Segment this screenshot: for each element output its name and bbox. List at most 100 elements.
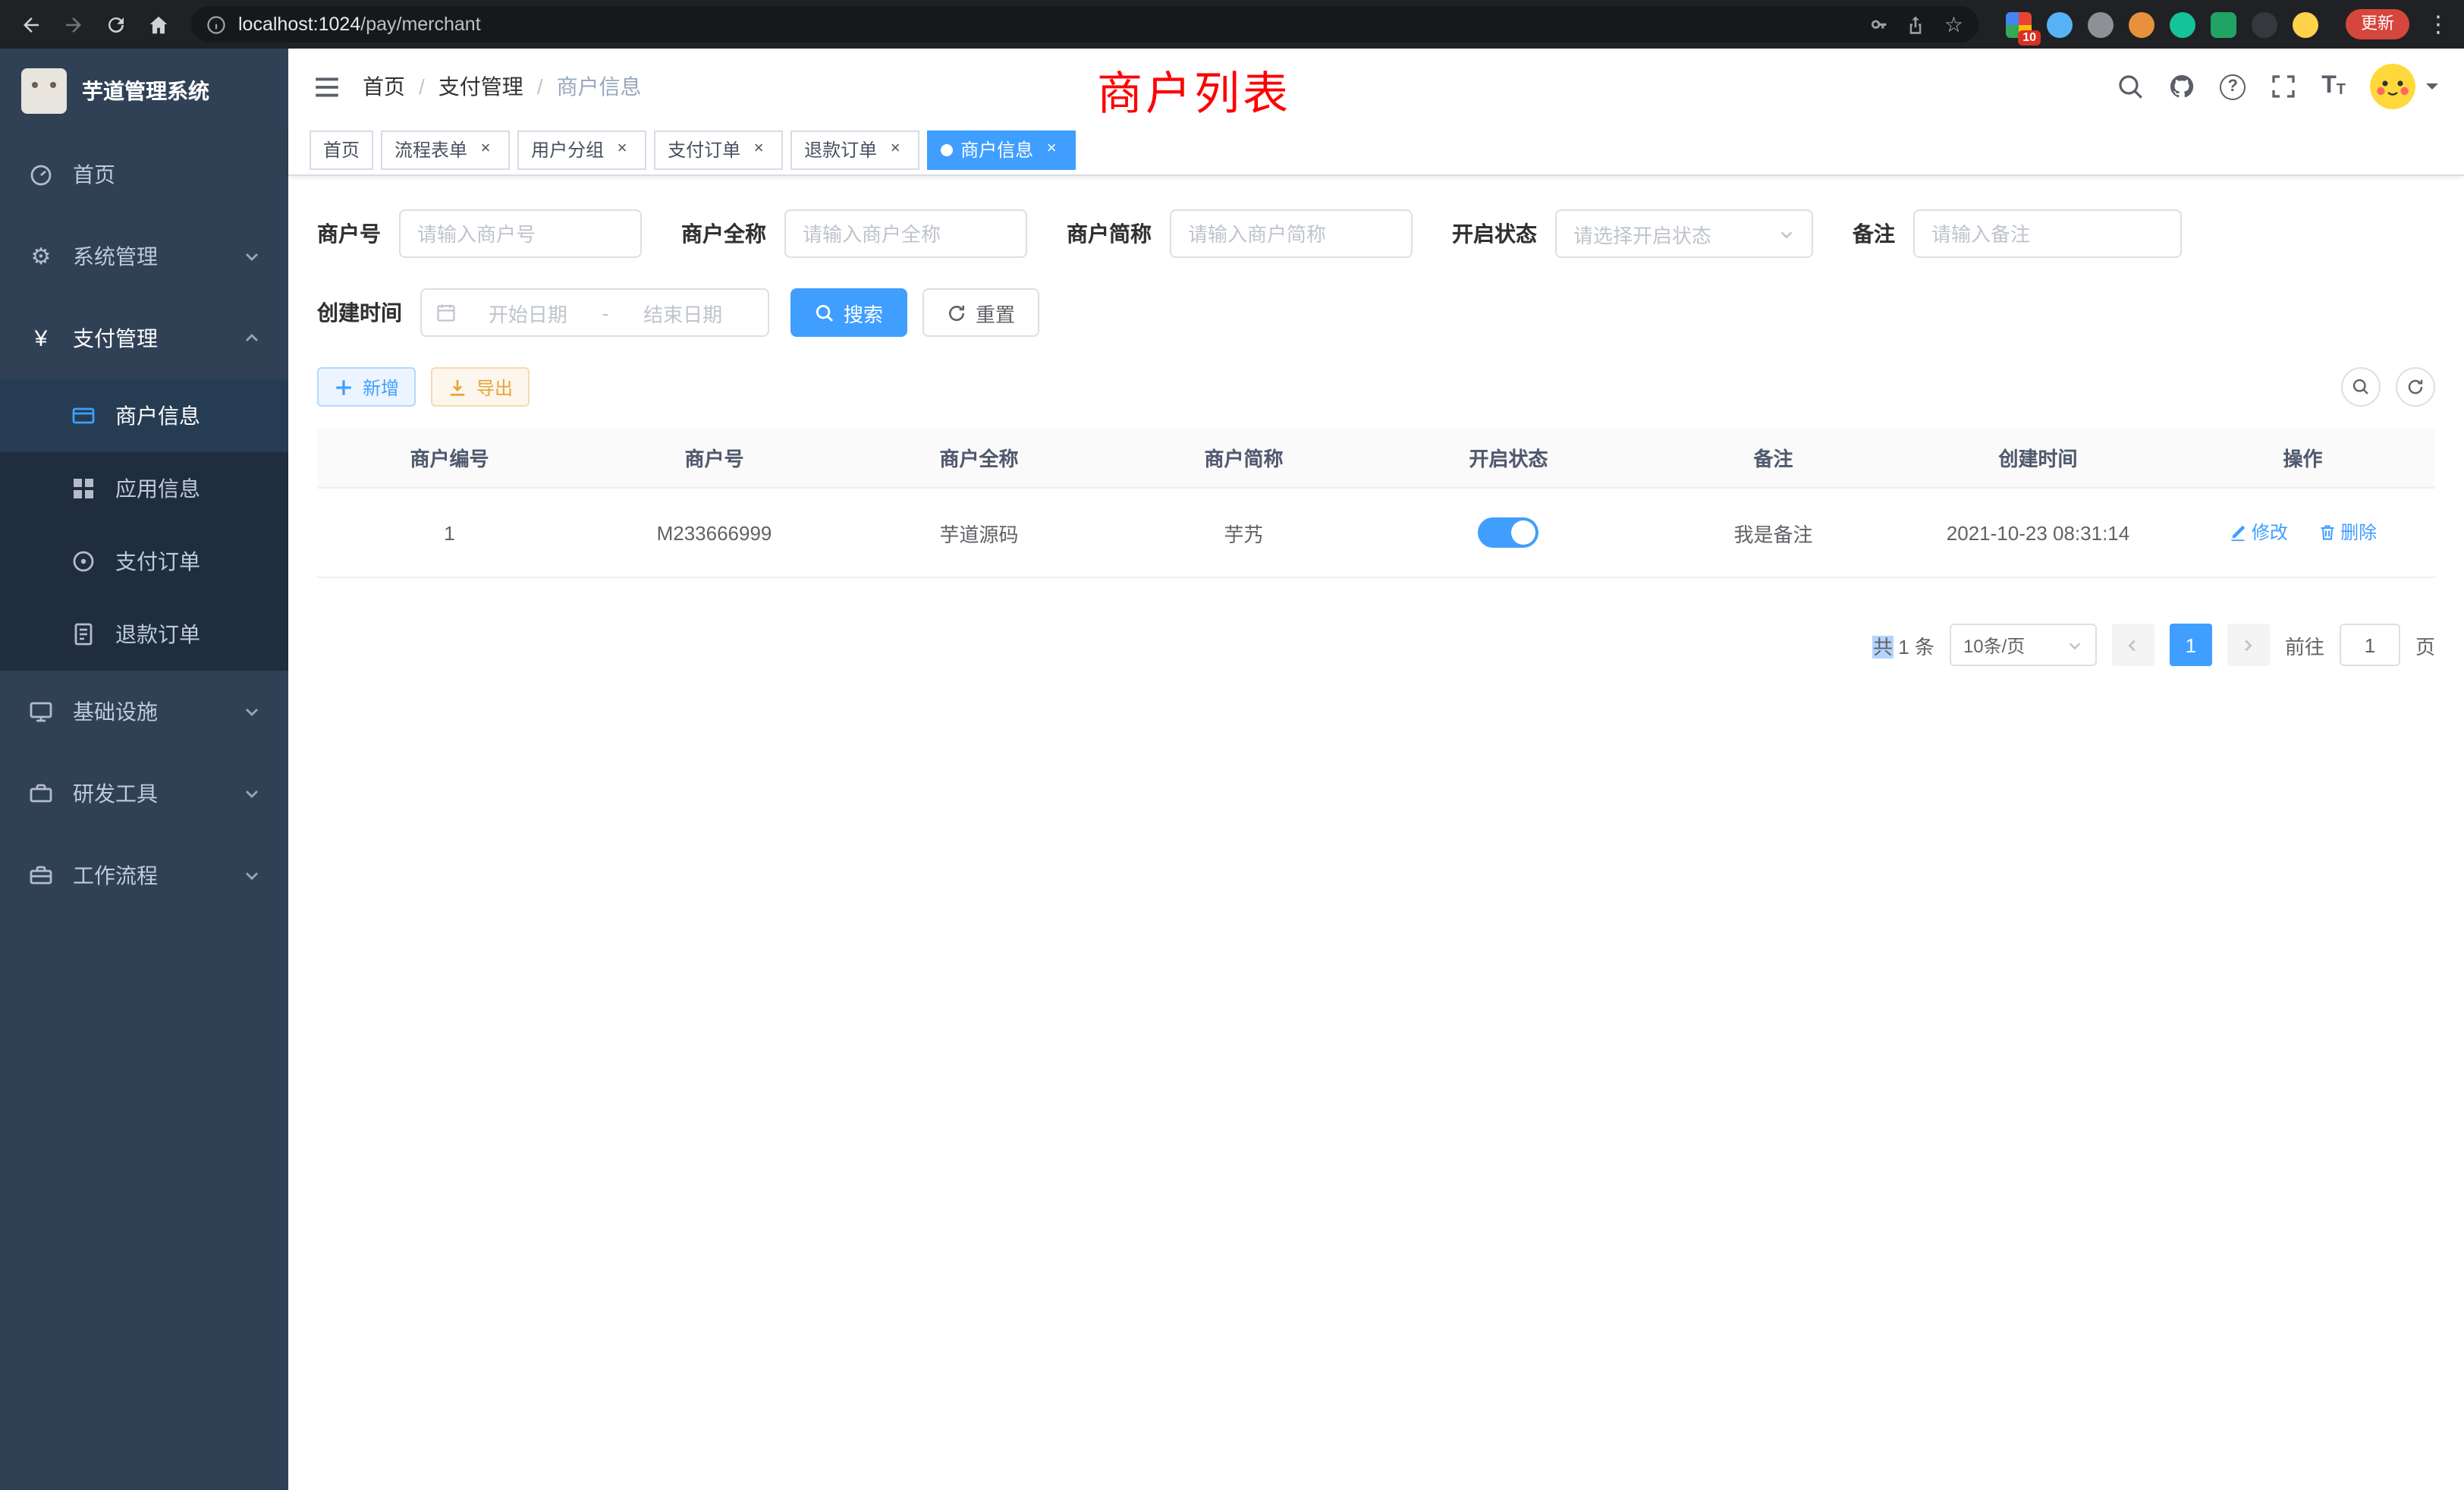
extension-icon[interactable] — [2293, 11, 2318, 37]
help-icon[interactable]: ? — [2220, 74, 2246, 99]
goto-input[interactable] — [2340, 624, 2400, 666]
extension-icon[interactable] — [2088, 11, 2114, 37]
url-bar[interactable]: localhost:1024/pay/merchant ☆ — [191, 6, 1978, 42]
extension-icon[interactable] — [2170, 11, 2195, 37]
share-icon[interactable] — [1906, 14, 1926, 34]
search-button-label: 搜索 — [844, 298, 883, 327]
page-content: 商户号 商户全称 商户简称 — [288, 176, 2464, 1490]
site-info-icon[interactable] — [206, 14, 226, 34]
delete-link[interactable]: 删除 — [2318, 520, 2377, 545]
extension-icon[interactable]: 10 — [2006, 11, 2032, 37]
remark-input-box — [1913, 209, 2182, 258]
search-toggle-button[interactable] — [2341, 367, 2381, 407]
sidebar-subitem-app-info[interactable]: 应用信息 — [0, 452, 288, 525]
toolbox-icon — [27, 781, 55, 806]
column-header-status: 开启状态 — [1376, 428, 1641, 488]
extension-icon[interactable] — [2129, 11, 2154, 37]
sidebar-subitem-pay-order[interactable]: 支付订单 — [0, 525, 288, 598]
password-key-icon[interactable] — [1868, 14, 1888, 34]
total-count: 共 1 条 — [1873, 630, 1934, 659]
hamburger-button[interactable] — [313, 72, 341, 101]
cell-status — [1376, 488, 1641, 577]
page-size-select[interactable]: 10条/页 — [1950, 624, 2097, 666]
back-button[interactable] — [12, 6, 49, 42]
reset-button[interactable]: 重置 — [922, 288, 1039, 337]
export-button[interactable]: 导出 — [431, 367, 530, 407]
add-button-label: 新增 — [363, 374, 399, 400]
sidebar-item-devtools[interactable]: 研发工具 — [0, 753, 288, 835]
sidebar-subitem-refund-order[interactable]: 退款订单 — [0, 598, 288, 671]
cell-full-name: 芋道源码 — [847, 488, 1111, 577]
breadcrumb-payment[interactable]: 支付管理 — [438, 71, 523, 102]
close-icon[interactable]: × — [1041, 139, 1062, 160]
browser-menu-icon[interactable]: ⋮ — [2425, 11, 2452, 38]
user-menu[interactable] — [2370, 64, 2440, 109]
breadcrumb-home[interactable]: 首页 — [363, 71, 405, 102]
reload-button[interactable] — [97, 6, 134, 42]
merchant-no-input[interactable] — [417, 222, 624, 245]
screenshot-stage: localhost:1024/pay/merchant ☆ 10 — [0, 0, 2464, 1490]
short-name-input-box — [1170, 209, 1413, 258]
sidebar-item-workflow[interactable]: 工作流程 — [0, 835, 288, 916]
short-name-input[interactable] — [1188, 222, 1394, 245]
page-1-button[interactable]: 1 — [2170, 624, 2212, 666]
sidebar-item-system[interactable]: ⚙ 系统管理 — [0, 215, 288, 297]
close-icon[interactable]: × — [611, 139, 633, 160]
search-button[interactable]: 搜索 — [790, 288, 907, 337]
date-range-picker[interactable]: 开始日期 - 结束日期 — [420, 288, 769, 337]
tab-home[interactable]: 首页 — [310, 130, 373, 169]
sidebar-item-label: 首页 — [73, 159, 115, 190]
browser-toolbar: localhost:1024/pay/merchant ☆ 10 — [0, 0, 2464, 49]
app-logo-row[interactable]: 芋道管理系统 — [0, 49, 288, 134]
remark-input[interactable] — [1931, 222, 2164, 245]
prev-page-button[interactable] — [2112, 624, 2154, 666]
fullscreen-icon[interactable] — [2270, 73, 2297, 100]
home-button[interactable] — [140, 6, 176, 42]
date-start-placeholder: 开始日期 — [457, 298, 599, 327]
merchant-no-label: 商户号 — [317, 218, 381, 249]
bookmark-star-icon[interactable]: ☆ — [1944, 11, 1963, 37]
search-icon[interactable] — [2117, 73, 2144, 100]
sidebar-item-payment[interactable]: ¥ 支付管理 — [0, 297, 288, 379]
extension-icon[interactable] — [2211, 11, 2236, 37]
close-icon[interactable]: × — [885, 139, 906, 160]
column-header-id: 商户编号 — [317, 428, 582, 488]
close-icon[interactable]: × — [475, 139, 496, 160]
add-button[interactable]: 新增 — [317, 367, 416, 407]
status-select[interactable]: 请选择开启状态 — [1555, 209, 1813, 258]
remark-label: 备注 — [1853, 218, 1895, 249]
sidebar-item-home[interactable]: 首页 — [0, 134, 288, 215]
short-name-label: 商户简称 — [1067, 218, 1152, 249]
extension-icon[interactable] — [2252, 11, 2277, 37]
tab-pay-order[interactable]: 支付订单 × — [654, 130, 783, 169]
sidebar-subitem-merchant-info[interactable]: 商户信息 — [0, 379, 288, 452]
tab-refund-order[interactable]: 退款订单 × — [790, 130, 919, 169]
chevron-left-icon — [2125, 637, 2142, 653]
font-size-icon[interactable]: TT — [2321, 74, 2346, 99]
extensions-area: 10 — [1994, 11, 2330, 37]
edit-link-label: 修改 — [2252, 520, 2288, 545]
edit-icon — [2229, 523, 2247, 542]
tab-user-group[interactable]: 用户分组 × — [517, 130, 646, 169]
search-icon — [2352, 378, 2370, 396]
status-switch[interactable] — [1479, 517, 1539, 548]
close-icon[interactable]: × — [748, 139, 769, 160]
forward-button[interactable] — [55, 6, 91, 42]
full-name-input[interactable] — [803, 222, 1009, 245]
next-page-button[interactable] — [2227, 624, 2270, 666]
github-icon[interactable] — [2168, 73, 2195, 100]
cell-id: 1 — [317, 488, 582, 577]
sidebar: 芋道管理系统 首页 ⚙ 系统管理 ¥ 支付管理 — [0, 49, 288, 1490]
edit-link[interactable]: 修改 — [2229, 520, 2288, 545]
column-header-short-name: 商户简称 — [1111, 428, 1376, 488]
tab-process-form[interactable]: 流程表单 × — [381, 130, 510, 169]
reset-button-label: 重置 — [976, 298, 1015, 327]
sidebar-item-infra[interactable]: 基础设施 — [0, 671, 288, 753]
extension-icon[interactable] — [2047, 11, 2073, 37]
sidebar-item-label: 基础设施 — [73, 696, 158, 727]
plus-icon — [334, 377, 354, 397]
chevron-down-icon — [243, 866, 261, 885]
chrome-update-button[interactable]: 更新 — [2346, 9, 2409, 39]
refresh-button[interactable] — [2396, 367, 2435, 407]
tab-merchant-info[interactable]: 商户信息 × — [927, 130, 1076, 169]
